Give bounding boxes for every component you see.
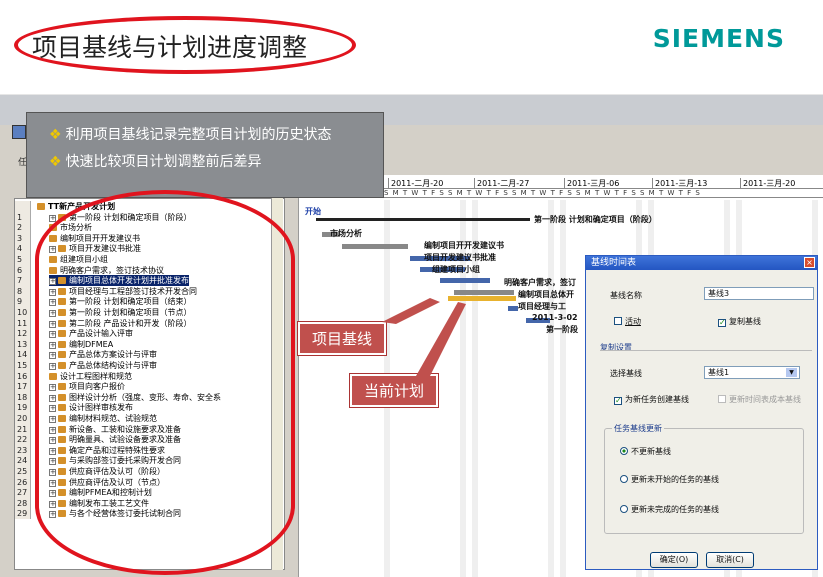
tooltip-bullet: ❖ 快速比较项目计划调整前后差异 [49, 154, 262, 170]
row-number[interactable]: 26 [15, 476, 31, 488]
radio-icon[interactable] [620, 475, 628, 483]
close-icon[interactable]: × [804, 257, 815, 268]
row-number[interactable]: 4 [15, 243, 31, 255]
row-number[interactable]: 12 [15, 328, 31, 340]
row-number[interactable]: 11 [15, 317, 31, 329]
row-number[interactable]: 9 [15, 296, 31, 308]
row-number[interactable]: 25 [15, 466, 31, 477]
baseline-pointer [382, 298, 440, 324]
row-number[interactable]: 16 [15, 370, 31, 382]
gantt-start-label: 开始 [305, 207, 321, 216]
gantt-task-label: 2011-3-02 [532, 313, 578, 322]
tooltip-bullet: ❖ 利用项目基线记录完整项目计划的历史状态 [49, 127, 332, 143]
feature-tooltip: ❖ 利用项目基线记录完整项目计划的历史状态 ❖ 快速比较项目计划调整前后差异 [26, 112, 384, 198]
row-number[interactable]: 14 [15, 349, 31, 361]
select-baseline-dropdown[interactable]: 基线1 ▼ [704, 366, 800, 379]
cancel-button[interactable]: 取消(C) [706, 552, 754, 568]
weekend-shade[interactable] [548, 200, 554, 577]
option-no-update[interactable]: 不更新基线 [620, 446, 671, 457]
row-number[interactable]: 24 [15, 455, 31, 467]
gantt-task-label: 第一阶段 [546, 325, 578, 334]
diamond-icon: ❖ [49, 127, 62, 143]
row-number[interactable]: 17 [15, 381, 31, 393]
brand-logo: SIEMENS [652, 24, 785, 53]
row-number[interactable]: 29 [15, 508, 31, 520]
slide-header: 项目基线与计划进度调整 SIEMENS [0, 0, 823, 95]
row-number[interactable]: 22 [15, 434, 31, 446]
weekend-shade[interactable] [560, 200, 566, 577]
checkbox-checked-icon[interactable]: ✓ [718, 319, 726, 327]
task-icon [37, 203, 45, 210]
row-number[interactable]: 15 [15, 360, 31, 371]
option-update-incomplete[interactable]: 更新未完成的任务的基线 [620, 504, 719, 515]
row-number[interactable]: 19 [15, 402, 31, 414]
gantt-task-label: 组建项目小组 [432, 265, 480, 274]
row-number[interactable]: 28 [15, 497, 31, 509]
gantt-task-bar[interactable] [508, 306, 518, 311]
row-number[interactable]: 21 [15, 423, 31, 435]
row-number[interactable]: 6 [15, 264, 31, 276]
create-new-task-baseline-checkbox[interactable]: ✓ 为新任务创建基线 [614, 394, 689, 405]
radio-selected-icon[interactable] [620, 447, 628, 455]
row-number[interactable]: 5 [15, 254, 31, 265]
gantt-task-label: 编制项目总体开 [518, 290, 574, 299]
checkbox-checked-icon[interactable]: ✓ [614, 397, 622, 405]
tree-highlight-circle [35, 190, 295, 575]
gantt-task-bar[interactable] [440, 278, 490, 283]
baseline-dialog[interactable]: 基线时间表 × 基线名称 基线3 活动 ✓ 复制基线 复制设置 选择基线 基线1 ▼… [585, 255, 818, 570]
dialog-titlebar: 基线时间表 × [586, 256, 817, 270]
row-number[interactable] [15, 201, 31, 212]
gantt-task-bar[interactable] [342, 244, 408, 249]
gantt-task-label: 项目经理与工 [518, 302, 566, 311]
row-number[interactable]: 10 [15, 307, 31, 318]
row-number[interactable]: 13 [15, 338, 31, 350]
gantt-day-header: S M T W T F S S M T W T F S S M T W T F … [384, 188, 823, 198]
app-icon[interactable] [12, 125, 26, 139]
checkbox-icon[interactable] [614, 317, 622, 325]
group-label: 任务基线更新 [612, 423, 664, 434]
gantt-task-label: 市场分析 [330, 229, 362, 238]
row-number[interactable]: 27 [15, 487, 31, 499]
callout-pointers [382, 298, 466, 376]
row-number[interactable]: 1 [15, 211, 31, 223]
gantt-task-label: 第一阶段 计划和确定项目（阶段） [534, 215, 657, 224]
update-cost-baseline-checkbox: 更新时间表成本基线 [718, 394, 801, 405]
row-number[interactable]: 2 [15, 222, 31, 234]
gantt-task-label: 明确客户需求，签订 [504, 278, 576, 287]
row-number[interactable]: 20 [15, 413, 31, 424]
gantt-task-label: 项目开发建议书批准 [424, 253, 496, 262]
checkbox-disabled-icon [718, 395, 726, 403]
copy-baseline-checkbox[interactable]: ✓ 复制基线 [718, 316, 761, 327]
row-number[interactable]: 3 [15, 232, 31, 244]
row-number[interactable]: 23 [15, 444, 31, 456]
radio-icon[interactable] [620, 505, 628, 513]
expand-icon[interactable]: + [49, 214, 56, 222]
current-pointer [416, 302, 466, 376]
diamond-icon: ❖ [49, 154, 62, 170]
gantt-task-label: 编制项目开开发建议书 [424, 241, 504, 250]
option-update-not-started[interactable]: 更新未开始的任务的基线 [620, 474, 719, 485]
baseline-name-field[interactable]: 基线3 [704, 287, 814, 300]
divider [600, 350, 812, 351]
gantt-summary-bar[interactable] [316, 218, 530, 221]
row-number[interactable]: 18 [15, 391, 31, 403]
select-baseline-label: 选择基线 [610, 369, 642, 378]
active-checkbox[interactable]: 活动 [614, 316, 641, 327]
row-number[interactable]: 7 [15, 275, 31, 287]
baseline-name-label: 基线名称 [610, 291, 642, 300]
title-highlight-circle [14, 16, 356, 74]
ok-button[interactable]: 确定(O) [650, 552, 698, 568]
row-number[interactable]: 8 [15, 285, 31, 297]
chevron-down-icon[interactable]: ▼ [786, 368, 797, 377]
copy-settings-heading: 复制设置 [600, 343, 632, 352]
